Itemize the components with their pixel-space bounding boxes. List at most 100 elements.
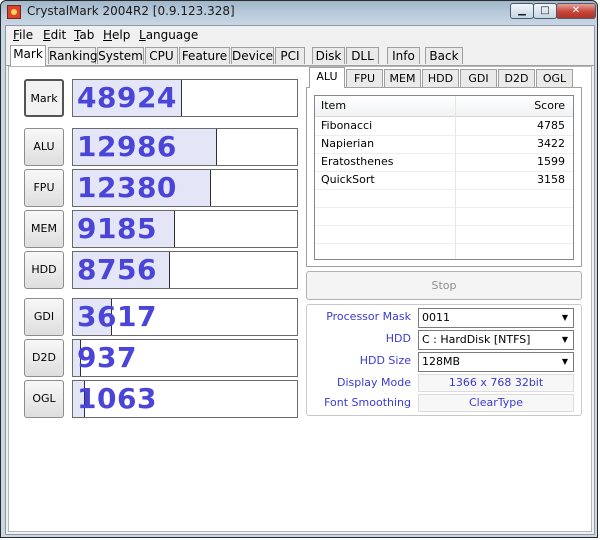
alu-button-label: ALU [33, 140, 55, 153]
menu-language[interactable]: Language [139, 28, 198, 42]
tab-feature[interactable]: Feature [179, 47, 230, 64]
cell-item: Fibonacci [321, 119, 373, 132]
hdd-value: C : HardDisk [NTFS] [422, 333, 531, 346]
title-bar[interactable]: CrystalMark 2004R2 [0.9.123.328] ▁ □ ✕ [1, 1, 599, 23]
ogl-button-label: OGL [32, 392, 56, 405]
menu-help-label: elp [112, 28, 131, 42]
tab-dll[interactable]: DLL [346, 47, 379, 64]
tab-back[interactable]: Back [425, 47, 463, 64]
processor-mask-select[interactable]: 0011 ▼ [418, 308, 574, 328]
fpu-button[interactable]: FPU [24, 169, 64, 207]
subtab-alu[interactable]: ALU [309, 67, 345, 88]
menu-help-accel: H [103, 28, 113, 42]
hdd-size-label: HDD Size [359, 354, 411, 367]
app-icon [7, 5, 21, 19]
tab-disk[interactable]: Disk [312, 47, 345, 64]
mark-button-label: Mark [30, 92, 58, 105]
tab-ranking[interactable]: Ranking [48, 47, 98, 64]
results-list[interactable]: Item Score Fibonacci 4785 Napierian 3422… [314, 95, 574, 260]
tab-mark[interactable]: Mark [10, 45, 46, 66]
table-row[interactable]: Napierian 3422 [315, 135, 573, 154]
stop-button[interactable]: Stop [306, 271, 582, 300]
chevron-down-icon[interactable]: ▼ [557, 309, 573, 327]
font-smoothing-label: Font Smoothing [324, 396, 411, 409]
hdd-select[interactable]: C : HardDisk [NTFS] ▼ [418, 330, 574, 350]
menu-tab-label: ab [79, 28, 95, 42]
hdd-button-label: HDD [31, 263, 57, 276]
subtab-ogl[interactable]: OGL [536, 69, 573, 87]
table-row-empty [315, 189, 573, 208]
gdi-button[interactable]: GDI [24, 298, 64, 336]
score-d2d: 937 [72, 339, 298, 377]
tab-cpu[interactable]: CPU [145, 47, 178, 64]
ogl-button[interactable]: OGL [24, 380, 64, 418]
menu-language-accel: L [139, 28, 146, 42]
cell-item: Eratosthenes [321, 155, 394, 168]
table-row-empty [315, 225, 573, 244]
score-value-mark: 48924 [77, 81, 177, 114]
processor-mask-label: Processor Mask [326, 310, 411, 323]
tab-info[interactable]: Info [387, 47, 420, 64]
hdd-label: HDD [385, 332, 411, 345]
tab-device[interactable]: Device [231, 47, 274, 64]
minimize-button[interactable]: ▁ [510, 3, 534, 19]
font-smoothing-value: ClearType [418, 394, 574, 412]
close-button[interactable]: ✕ [556, 3, 596, 19]
hdd-size-select[interactable]: 128MB ▼ [418, 352, 574, 372]
subtab-d2d[interactable]: D2D [498, 69, 535, 87]
score-alu: 12986 [72, 128, 298, 166]
mark-panel: Mark 48924 ALU 12986 FPU 12380 MEM 9185 … [8, 66, 592, 532]
subtab-mem[interactable]: MEM [384, 69, 421, 87]
app-window: CrystalMark 2004R2 [0.9.123.328] ▁ □ ✕ F… [0, 0, 598, 538]
mark-button[interactable]: Mark [24, 79, 64, 117]
table-row[interactable]: Eratosthenes 1599 [315, 153, 573, 172]
score-value-hdd: 8756 [77, 253, 157, 286]
score-value-mem: 9185 [77, 212, 157, 245]
table-row[interactable]: QuickSort 3158 [315, 171, 573, 190]
menu-file[interactable]: File [13, 28, 33, 42]
display-mode-value: 1366 x 768 32bit [418, 374, 574, 392]
cell-score: 1599 [537, 155, 565, 168]
mem-button[interactable]: MEM [24, 210, 64, 248]
menu-file-label: ile [19, 28, 34, 42]
cell-item: Napierian [321, 137, 375, 150]
subtab-gdi[interactable]: GDI [460, 69, 497, 87]
alu-button[interactable]: ALU [24, 128, 64, 166]
results-subpanel: Item Score Fibonacci 4785 Napierian 3422… [306, 87, 582, 267]
score-value-d2d: 937 [77, 341, 137, 374]
cell-score: 3158 [537, 173, 565, 186]
score-value-ogl: 1063 [77, 382, 157, 415]
subtab-hdd[interactable]: HDD [422, 69, 459, 87]
tab-system[interactable]: System [97, 47, 144, 64]
column-header-score[interactable]: Score [534, 96, 565, 116]
score-fpu: 12380 [72, 169, 298, 207]
chevron-down-icon[interactable]: ▼ [557, 331, 573, 349]
table-row[interactable]: Fibonacci 4785 [315, 117, 573, 136]
menu-edit[interactable]: Edit [43, 28, 66, 42]
table-row-empty [315, 207, 573, 226]
d2d-button[interactable]: D2D [24, 339, 64, 377]
score-gdi: 3617 [72, 298, 298, 336]
cell-score: 3422 [537, 137, 565, 150]
score-value-fpu: 12380 [77, 171, 177, 204]
hdd-button[interactable]: HDD [24, 251, 64, 289]
results-list-header: Item Score [315, 96, 573, 117]
main-tab-row: Mark Ranking System CPU Feature Device P… [6, 45, 594, 66]
menu-bar: File Edit Tab Help Language [6, 26, 594, 45]
d2d-button-label: D2D [32, 351, 56, 364]
client-area: File Edit Tab Help Language Mark Ranking… [5, 25, 595, 535]
menu-tab[interactable]: Tab [74, 28, 94, 42]
score-value-alu: 12986 [77, 130, 177, 163]
hdd-size-value: 128MB [422, 355, 461, 368]
processor-mask-value: 0011 [422, 311, 450, 324]
display-mode-label: Display Mode [336, 376, 411, 389]
tab-pci[interactable]: PCI [275, 47, 305, 64]
column-header-item[interactable]: Item [321, 96, 346, 116]
fpu-button-label: FPU [33, 181, 55, 194]
subtab-fpu[interactable]: FPU [346, 69, 383, 87]
maximize-button[interactable]: □ [533, 3, 557, 19]
menu-edit-accel: E [43, 28, 51, 42]
chevron-down-icon[interactable]: ▼ [557, 353, 573, 371]
cell-score: 4785 [537, 119, 565, 132]
menu-help[interactable]: Help [103, 28, 130, 42]
